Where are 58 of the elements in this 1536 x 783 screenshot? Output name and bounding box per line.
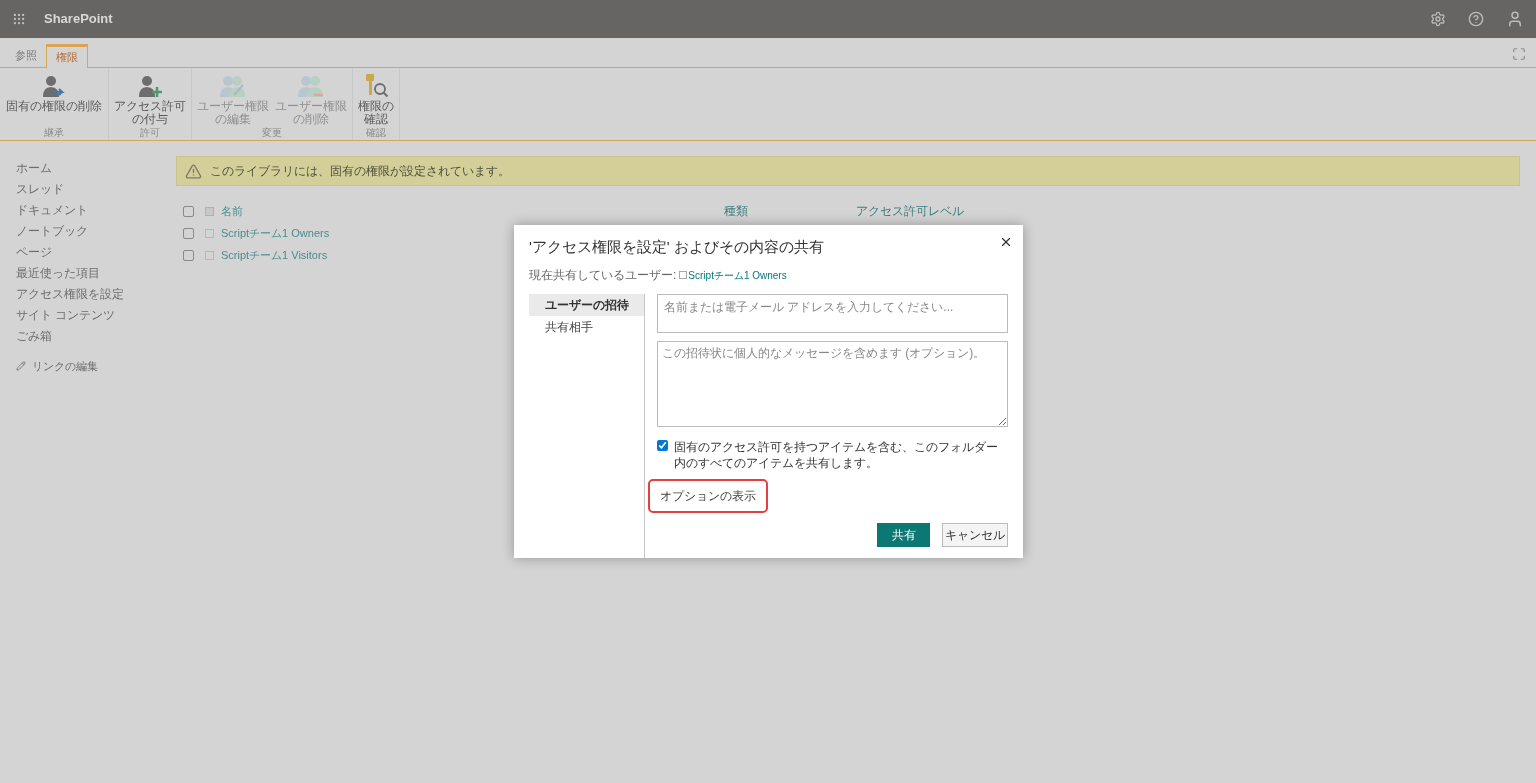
column-header[interactable]: 名前	[221, 202, 724, 220]
share-button[interactable]: 共有	[877, 523, 930, 547]
dialog-tab[interactable]: 共有相手	[529, 316, 644, 338]
ribbon-group-label: 確認	[365, 127, 387, 140]
user-icon[interactable]	[1506, 10, 1524, 28]
ribbon-group-label: 変更	[261, 127, 283, 140]
select-all-checkbox[interactable]	[183, 205, 194, 217]
cancel-button[interactable]: キャンセル	[942, 523, 1008, 547]
dialog-title: 'アクセス権限を設定' およびその内容の共有	[529, 237, 824, 257]
group-link[interactable]: Scriptチーム1 Owners	[221, 224, 330, 242]
nav-link[interactable]: サイト コンテンツ	[16, 308, 116, 322]
group-link[interactable]: Scriptチーム1 Visitors	[221, 246, 328, 264]
group-icon	[679, 271, 688, 279]
show-options-link[interactable]: オプションの表示	[648, 479, 768, 513]
warning-icon	[185, 162, 202, 180]
key-magnifier-icon	[363, 73, 389, 99]
message-field[interactable]: この招待状に個人的なメッセージを含めます (オプション)。	[657, 341, 1008, 427]
nav-link[interactable]: アクセス権限を設定	[16, 287, 124, 301]
shared-with-link[interactable]: Scriptチーム1 Owners	[688, 267, 787, 283]
ribbon-button[interactable]: アクセス許可の付与	[111, 73, 189, 127]
nav-link[interactable]: ホーム	[16, 161, 52, 175]
pencil-icon	[16, 361, 26, 372]
group-icon	[205, 228, 214, 238]
notice-text: このライブラリには、固有の権限が設定されています。	[210, 163, 510, 180]
column-header[interactable]: 種類	[724, 202, 856, 220]
user-arrow-icon	[41, 73, 67, 99]
user-plus-icon	[137, 73, 163, 99]
close-icon[interactable]	[999, 235, 1013, 249]
share-all-label: 固有のアクセス許可を持つアイテムを含む、このフォルダー内のすべてのアイテムを共有します。	[674, 439, 999, 471]
ribbon-group-label: 継承	[43, 127, 65, 140]
people-field[interactable]: 名前または電子メール アドレスを入力してください...	[657, 294, 1008, 333]
ribbon-button[interactable]: 権限の確認	[355, 73, 397, 127]
shared-with-label: 現在共有しているユーザー:	[529, 267, 677, 284]
focus-mode-icon[interactable]	[1512, 47, 1526, 61]
ribbon-tab[interactable]: 参照	[6, 43, 46, 67]
users-minus-icon	[298, 73, 324, 99]
nav-link[interactable]: スレッド	[16, 182, 64, 196]
nav-link[interactable]: ノートブック	[16, 224, 88, 238]
type-icon	[205, 206, 214, 216]
group-icon	[205, 250, 214, 260]
help-icon[interactable]	[1468, 11, 1484, 27]
edit-links-link[interactable]: リンクの編集	[16, 358, 176, 375]
app-name[interactable]: SharePoint	[44, 9, 113, 29]
share-all-checkbox[interactable]	[657, 440, 668, 451]
nav-link[interactable]: 最近使った項目	[16, 266, 100, 280]
ribbon-button[interactable]: 固有の権限の削除	[2, 73, 106, 127]
dialog-tab[interactable]: ユーザーの招待	[529, 294, 644, 316]
nav-link[interactable]: ドキュメント	[16, 203, 88, 217]
row-checkbox[interactable]	[183, 249, 194, 261]
users-pencil-icon	[220, 73, 246, 99]
nav-link[interactable]: ページ	[16, 245, 52, 259]
ribbon-group-label: 許可	[139, 127, 161, 140]
settings-icon[interactable]	[1430, 11, 1446, 27]
column-header[interactable]: アクセス許可レベル	[856, 202, 964, 220]
row-checkbox[interactable]	[183, 227, 194, 239]
nav-link[interactable]: ごみ箱	[16, 329, 52, 343]
ribbon-tab[interactable]: 権限	[46, 44, 88, 68]
app-launcher-icon[interactable]	[12, 12, 26, 26]
